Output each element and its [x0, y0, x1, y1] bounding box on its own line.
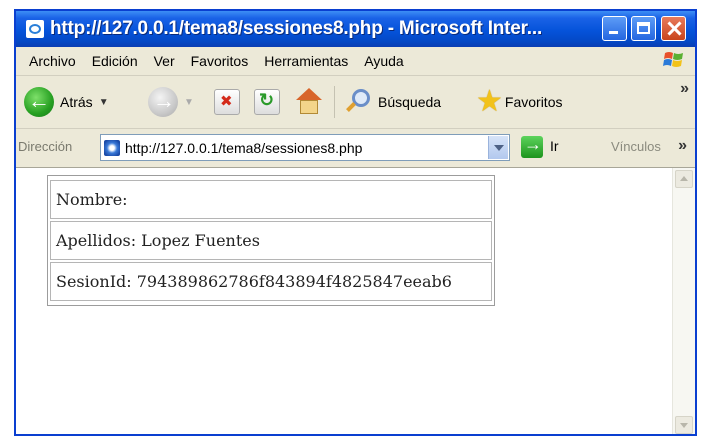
go-arrow-icon[interactable]	[521, 134, 543, 158]
table-row-apellidos: Apellidos: Lopez Fuentes	[50, 221, 492, 260]
back-dropdown-icon[interactable]: ▼	[99, 97, 109, 108]
menu-edicion[interactable]: Edición	[84, 53, 146, 69]
toolbar-chevron-icon[interactable]: »	[680, 80, 689, 98]
browser-window: http://127.0.0.1/tema8/sessiones8.php - …	[14, 9, 697, 436]
menu-ayuda[interactable]: Ayuda	[356, 53, 411, 69]
favorites-label: Favoritos	[504, 94, 563, 110]
window-title: http://127.0.0.1/tema8/sessiones8.php - …	[50, 18, 543, 39]
vertical-scrollbar[interactable]	[672, 168, 695, 434]
address-input[interactable]: http://127.0.0.1/tema8/sessiones8.php	[100, 134, 510, 161]
address-label: Dirección	[18, 139, 73, 154]
ie-icon	[26, 20, 44, 38]
title-bar[interactable]: http://127.0.0.1/tema8/sessiones8.php - …	[16, 11, 695, 47]
stop-icon	[214, 89, 240, 115]
search-button[interactable]: Búsqueda	[344, 76, 441, 128]
go-button[interactable]: Ir	[550, 138, 559, 154]
toolbar-separator	[334, 86, 335, 118]
table-row-nombre: Nombre:	[50, 180, 492, 219]
page-content: Nombre: Apellidos: Lopez Fuentes SesionI…	[16, 168, 695, 434]
search-icon	[344, 87, 374, 117]
scroll-down-icon[interactable]	[675, 416, 693, 434]
stop-button[interactable]	[214, 76, 240, 128]
home-icon	[294, 88, 324, 116]
menu-favoritos[interactable]: Favoritos	[183, 53, 257, 69]
favorites-button[interactable]: ★ Favoritos	[476, 76, 562, 128]
toolbar: Atrás ▼ ▼ Búsqueda ★ Favoritos »	[16, 76, 695, 129]
home-button[interactable]	[294, 76, 324, 128]
close-button[interactable]	[661, 16, 686, 41]
forward-dropdown-icon[interactable]: ▼	[184, 97, 194, 108]
search-label: Búsqueda	[378, 94, 442, 110]
back-button[interactable]: Atrás ▼	[24, 76, 109, 128]
address-bar: Dirección http://127.0.0.1/tema8/session…	[16, 129, 695, 168]
scroll-up-icon[interactable]	[675, 170, 693, 188]
links-chevron-icon[interactable]: »	[678, 137, 687, 155]
star-icon: ★	[476, 85, 503, 118]
refresh-icon	[254, 89, 280, 115]
address-url[interactable]: http://127.0.0.1/tema8/sessiones8.php	[125, 140, 362, 156]
links-label[interactable]: Vínculos	[611, 139, 661, 154]
back-arrow-icon	[24, 87, 54, 117]
menu-ver[interactable]: Ver	[146, 53, 183, 69]
windows-logo-icon	[663, 52, 683, 67]
menu-bar: Archivo Edición Ver Favoritos Herramient…	[16, 47, 695, 76]
forward-button[interactable]: ▼	[148, 76, 194, 128]
minimize-button[interactable]	[602, 16, 627, 41]
menu-herramientas[interactable]: Herramientas	[256, 53, 356, 69]
forward-arrow-icon	[148, 87, 178, 117]
menu-archivo[interactable]: Archivo	[16, 53, 84, 69]
session-table: Nombre: Apellidos: Lopez Fuentes SesionI…	[47, 175, 495, 306]
table-row-sesionid: SesionId: 794389862786f843894f4825847eea…	[50, 262, 492, 301]
refresh-button[interactable]	[254, 76, 280, 128]
maximize-button[interactable]	[631, 16, 656, 41]
address-dropdown-button[interactable]	[488, 136, 508, 159]
page-icon	[104, 139, 120, 156]
back-label: Atrás	[60, 94, 93, 110]
